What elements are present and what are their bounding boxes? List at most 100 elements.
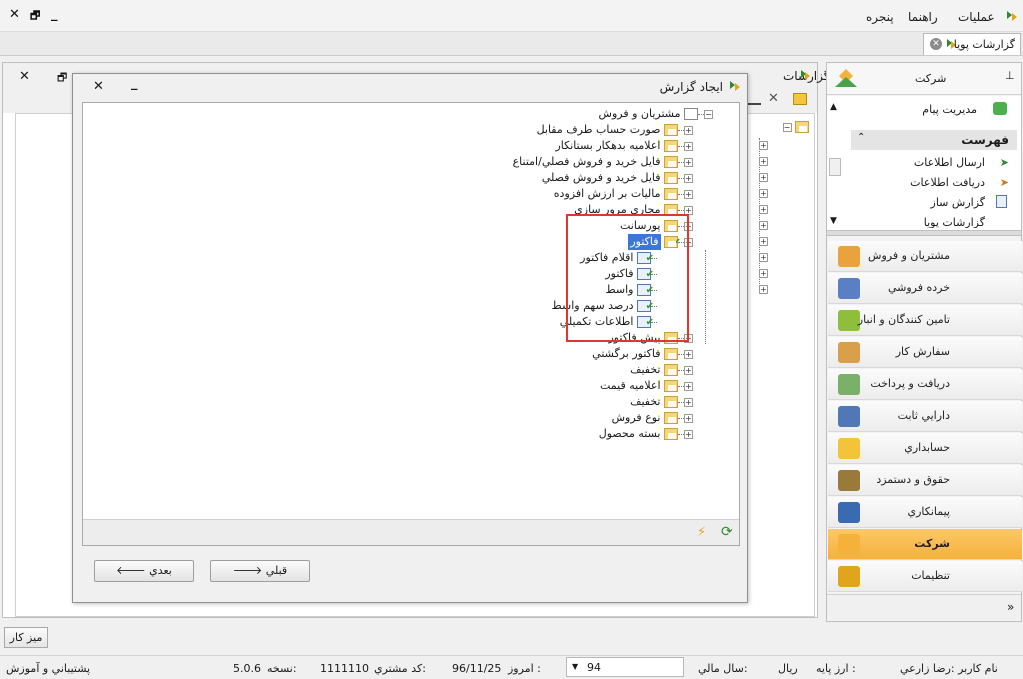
expand-icon[interactable]: + <box>684 397 693 407</box>
tree-node[interactable]: فايل خريد و فروش فصلي/امتناع + <box>513 154 693 170</box>
support-link[interactable]: پشتيباني و آموزش <box>6 662 90 675</box>
nav-item-9[interactable]: شركت <box>828 529 1022 560</box>
tree-item[interactable]: + <box>759 250 768 263</box>
tree-item[interactable]: + <box>759 154 768 167</box>
tree-item[interactable]: + <box>759 218 768 231</box>
menu-window[interactable]: پنجره <box>866 10 894 24</box>
folder-icon <box>664 156 678 168</box>
tree-root[interactable]: − <box>782 120 809 133</box>
chevron-down-icon: ▼ <box>572 662 579 671</box>
nav-item-label: تامين كنندگان و انبار <box>857 313 950 326</box>
folder-icon <box>664 412 678 424</box>
nav-item-label: سفارش كار <box>895 345 950 358</box>
dialog-minimize-icon[interactable]: _ <box>131 76 138 91</box>
tree-node[interactable]: تخفيف + <box>630 394 693 410</box>
nav-module-icon <box>838 374 860 395</box>
expand-chevron-icon[interactable]: » <box>1007 600 1014 614</box>
nav-item-8[interactable]: پيمانكاري <box>828 497 1022 528</box>
list-item-dynamic-reports[interactable]: گزارشات پويا <box>924 216 985 228</box>
nav-item-1[interactable]: خرده فروشي <box>828 273 1022 304</box>
nav-item-0[interactable]: مشتريان و فروش <box>828 241 1022 272</box>
list-section-header[interactable]: فهرست ⌃ <box>851 130 1017 150</box>
expand-icon[interactable]: + <box>684 365 693 375</box>
tree-node[interactable]: بسته محصول + <box>599 426 693 442</box>
close-icon[interactable]: ✕ <box>19 69 30 84</box>
expand-icon[interactable]: + <box>684 125 693 135</box>
tree-node[interactable]: ماليات بر ارزش افزوده + <box>554 186 693 202</box>
previous-button[interactable]: 🡒 قبلي <box>210 560 310 582</box>
expand-icon[interactable]: + <box>684 429 693 439</box>
folder-icon <box>664 172 678 184</box>
tree-node[interactable]: اعلاميه بدهكار بستانكار + <box>555 138 693 154</box>
lightning-icon[interactable]: ⚡ <box>697 525 706 540</box>
nav-header: شركت ⊥ <box>827 63 1021 95</box>
scroll-up-icon[interactable]: ▲ <box>830 102 837 112</box>
new-report-icon[interactable] <box>793 93 807 105</box>
tree-node[interactable]: اعلاميه قيمت + <box>600 378 693 394</box>
tab-close-icon[interactable]: ✕ <box>930 38 942 50</box>
nav-item-6[interactable]: حسابداري <box>828 433 1022 464</box>
tree-item[interactable]: + <box>759 138 768 151</box>
tree-node[interactable]: مشتريان و فروش − <box>599 106 713 122</box>
scrollbar-thumb[interactable] <box>829 158 841 176</box>
collapse-icon[interactable]: − <box>704 109 713 119</box>
expand-icon[interactable]: + <box>684 349 693 359</box>
splitter[interactable] <box>827 230 1021 236</box>
minimize-icon[interactable]: _ <box>51 7 58 22</box>
tree-item[interactable]: + <box>759 186 768 199</box>
tree-node[interactable]: نوع فروش + <box>612 410 693 426</box>
tree-guide <box>705 250 706 344</box>
tree-node-label: نوع فروش <box>611 411 661 424</box>
nav-item-label: دارايي ثابت <box>897 409 950 422</box>
nav-top-item[interactable]: مديريت پيام <box>922 103 977 116</box>
fiscal-year-select[interactable]: ▼ 94 <box>566 657 684 677</box>
dialog-titlebar: ✕ _ ايجاد گزارش <box>73 74 747 98</box>
nav-item-10[interactable]: تنظيمات <box>828 561 1022 592</box>
tab-dynamic-reports[interactable]: ✕ گزارشات پويا <box>923 33 1021 55</box>
menu-operations[interactable]: عمليات <box>958 10 995 24</box>
tree-item[interactable]: + <box>759 266 768 279</box>
expand-icon[interactable]: + <box>684 413 693 423</box>
app-logo-icon <box>1006 9 1018 23</box>
nav-module-icon <box>838 310 860 331</box>
tree-item[interactable]: + <box>759 170 768 183</box>
nav-item-2[interactable]: تامين كنندگان و انبار <box>828 305 1022 336</box>
version-value: 5.0.6 <box>233 662 261 675</box>
list-item-receive[interactable]: دريافت اطلاعات <box>910 176 985 189</box>
tree-node[interactable]: فايل خريد و فروش فصلي + <box>542 170 693 186</box>
edit-icon[interactable] <box>747 91 761 105</box>
tree-node-label: ماليات بر ارزش افزوده <box>553 187 661 200</box>
expand-icon[interactable]: + <box>684 189 693 199</box>
tree-item[interactable]: + <box>759 282 768 295</box>
tree-node-label: مشتريان و فروش <box>598 107 681 120</box>
desktop-button[interactable]: ميز كار <box>4 627 48 648</box>
list-item-send[interactable]: ارسال اطلاعات <box>914 156 985 169</box>
tree-node-label: تخفيف <box>630 395 661 408</box>
expand-icon[interactable]: + <box>684 141 693 151</box>
nav-item-4[interactable]: دريافت و پرداخت <box>828 369 1022 400</box>
restore-icon[interactable]: 🗗 <box>57 69 67 88</box>
nav-item-7[interactable]: حقوق و دستمزد <box>828 465 1022 496</box>
tree-item[interactable]: + <box>759 202 768 215</box>
nav-item-5[interactable]: دارايي ثابت <box>828 401 1022 432</box>
tree-node[interactable]: صورت حساب طرف مقابل + <box>537 122 693 138</box>
expand-icon[interactable]: + <box>684 173 693 183</box>
scroll-down-icon[interactable]: ▼ <box>830 216 837 226</box>
dialog-close-icon[interactable]: ✕ <box>93 79 104 94</box>
delete-icon[interactable]: ✕ <box>768 91 779 106</box>
tree-node[interactable]: تخفيف + <box>630 362 693 378</box>
nav-item-3[interactable]: سفارش كار <box>828 337 1022 368</box>
restore-icon[interactable]: 🗗 <box>30 7 40 26</box>
collapse-icon[interactable]: ⌃ <box>857 132 865 143</box>
refresh-icon[interactable]: ⟳ <box>721 524 733 540</box>
next-button-label: بعدي <box>149 564 172 577</box>
list-item-report-builder[interactable]: گزارش ساز <box>931 196 985 209</box>
pin-icon[interactable]: ⊥ <box>1005 69 1015 82</box>
tree-node[interactable]: فاكتور برگشتي + <box>592 346 693 362</box>
close-icon[interactable]: ✕ <box>9 7 20 22</box>
tree-item[interactable]: + <box>759 234 768 247</box>
expand-icon[interactable]: + <box>684 381 693 391</box>
expand-icon[interactable]: + <box>684 157 693 167</box>
menu-help[interactable]: راهنما <box>908 10 938 24</box>
next-button[interactable]: 🡐 بعدي <box>94 560 194 582</box>
